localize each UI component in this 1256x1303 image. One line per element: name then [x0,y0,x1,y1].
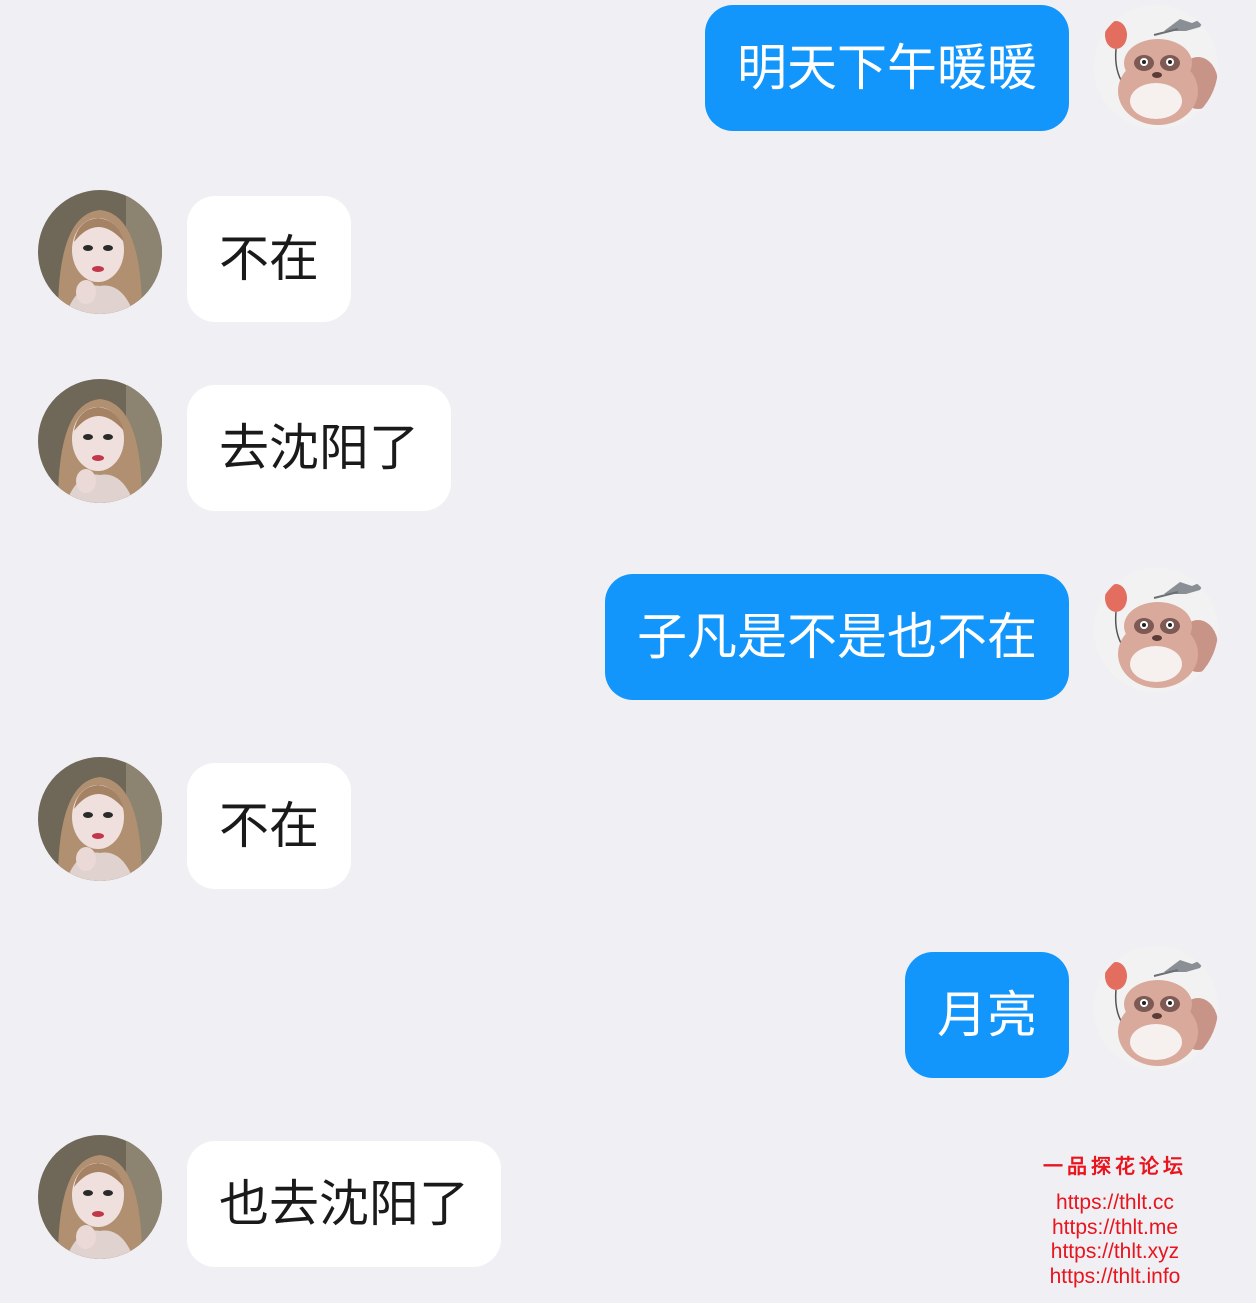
woman-portrait-avatar-icon[interactable] [38,1135,162,1259]
message-row: 子凡是不是也不在 [0,568,1256,708]
watermark-title: 一品探花论坛 [1043,1154,1187,1178]
woman-portrait-avatar-icon[interactable] [38,379,162,503]
message-row: 月亮 [0,946,1256,1086]
watermark-link: https://thlt.xyz [1050,1240,1180,1263]
woman-portrait-avatar-icon[interactable] [38,190,162,314]
watermark-link: https://thlt.cc [1056,1191,1174,1214]
raccoon-balloon-avatar-icon[interactable] [1094,568,1218,692]
raccoon-balloon-avatar-icon[interactable] [1094,946,1218,1070]
watermark-link: https://thlt.me [1051,1215,1179,1239]
message-row: 不在 [0,190,1256,330]
incoming-message-bubble[interactable]: 不在 [187,763,351,889]
message-row: 明天下午暖暖 [0,5,1256,145]
incoming-message-bubble[interactable]: 去沈阳了 [187,385,451,511]
outgoing-message-bubble[interactable]: 明天下午暖暖 [705,5,1069,131]
incoming-message-bubble[interactable]: 也去沈阳了 [187,1141,501,1267]
outgoing-message-bubble[interactable]: 子凡是不是也不在 [605,574,1069,700]
watermark-link: https://thlt.info [1049,1264,1181,1288]
message-row: 去沈阳了 [0,379,1256,519]
raccoon-balloon-avatar-icon[interactable] [1094,5,1218,129]
message-row: 不在 [0,757,1256,897]
forum-watermark: 一品探花论坛 https://thlt.cc https://thlt.me h… [1030,1150,1200,1289]
woman-portrait-avatar-icon[interactable] [38,757,162,881]
incoming-message-bubble[interactable]: 不在 [187,196,351,322]
outgoing-message-bubble[interactable]: 月亮 [905,952,1069,1078]
